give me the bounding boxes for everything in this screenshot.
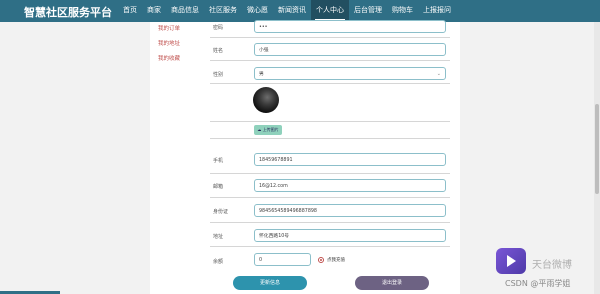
id-card-input[interactable]: 9845654589496887898 [254, 204, 446, 217]
phone-label: 手机 [213, 158, 224, 164]
id-card-row: 身份证 9845654589496887898 [210, 198, 450, 223]
address-label: 地址 [213, 234, 224, 240]
id-card-label: 身份证 [213, 209, 229, 215]
upload-button-label: 上传图片 [262, 127, 279, 132]
name-row: 姓名 小强 [210, 38, 450, 61]
avatar-row [210, 84, 450, 122]
gender-row: 性别 男 ⌄ [210, 61, 450, 84]
address-row: 地址 怀化西路10号 [210, 223, 450, 247]
sidebar-item-favorites[interactable]: 我的收藏 [158, 52, 206, 67]
gender-label: 性别 [213, 72, 224, 78]
phone-row: 手机 18459678891 [210, 150, 450, 174]
upload-icon: ☁ [257, 127, 262, 132]
site-brand: 智慧社区服务平台 [24, 6, 112, 19]
gender-select[interactable]: 男 ⌄ [254, 67, 446, 80]
chevron-down-icon: ⌄ [436, 71, 441, 77]
avatar [253, 87, 279, 113]
email-row: 邮箱 16@12.com [210, 174, 450, 198]
password-label: 密码 [213, 25, 224, 31]
balance-label: 余额 [213, 259, 224, 265]
upload-row: ☁ 上传图片 [210, 122, 450, 139]
email-label: 邮箱 [213, 184, 224, 190]
email-input[interactable]: 16@12.com [254, 179, 446, 192]
phone-input[interactable]: 18459678891 [254, 153, 446, 166]
recharge-radio[interactable] [318, 257, 324, 263]
sidebar: 我的订单 我的地址 我的收藏 [158, 22, 206, 67]
password-input[interactable]: ••• [254, 20, 446, 33]
sidebar-item-addresses[interactable]: 我的地址 [158, 37, 206, 52]
password-row: 密码 ••• [210, 17, 450, 38]
nav-item-0[interactable]: 首页 [118, 0, 142, 22]
watermark-logo-icon [496, 248, 526, 274]
address-input[interactable]: 怀化西路10号 [254, 229, 446, 242]
csdn-watermark: CSDN @平雨学姐 [505, 279, 571, 288]
balance-row: 余额 0 点我充值 [210, 247, 450, 274]
name-input[interactable]: 小强 [254, 43, 446, 56]
logout-button[interactable]: 退出登录 [355, 276, 429, 290]
scrollbar-thumb[interactable] [595, 104, 599, 194]
page-scrollbar[interactable] [594, 22, 600, 294]
upload-image-button[interactable]: ☁ 上传图片 [254, 125, 282, 135]
recharge-link[interactable]: 点我充值 [327, 257, 345, 263]
name-label: 姓名 [213, 48, 224, 54]
nav-item-1[interactable]: 商家 [142, 0, 166, 22]
gender-value: 男 [259, 72, 264, 77]
watermark-text: 天台微博 [532, 260, 572, 271]
balance-input[interactable]: 0 [254, 253, 311, 266]
nav-item-2[interactable]: 商品信息 [166, 0, 204, 22]
sidebar-item-orders[interactable]: 我的订单 [158, 22, 206, 37]
update-info-button[interactable]: 更新信息 [233, 276, 307, 290]
